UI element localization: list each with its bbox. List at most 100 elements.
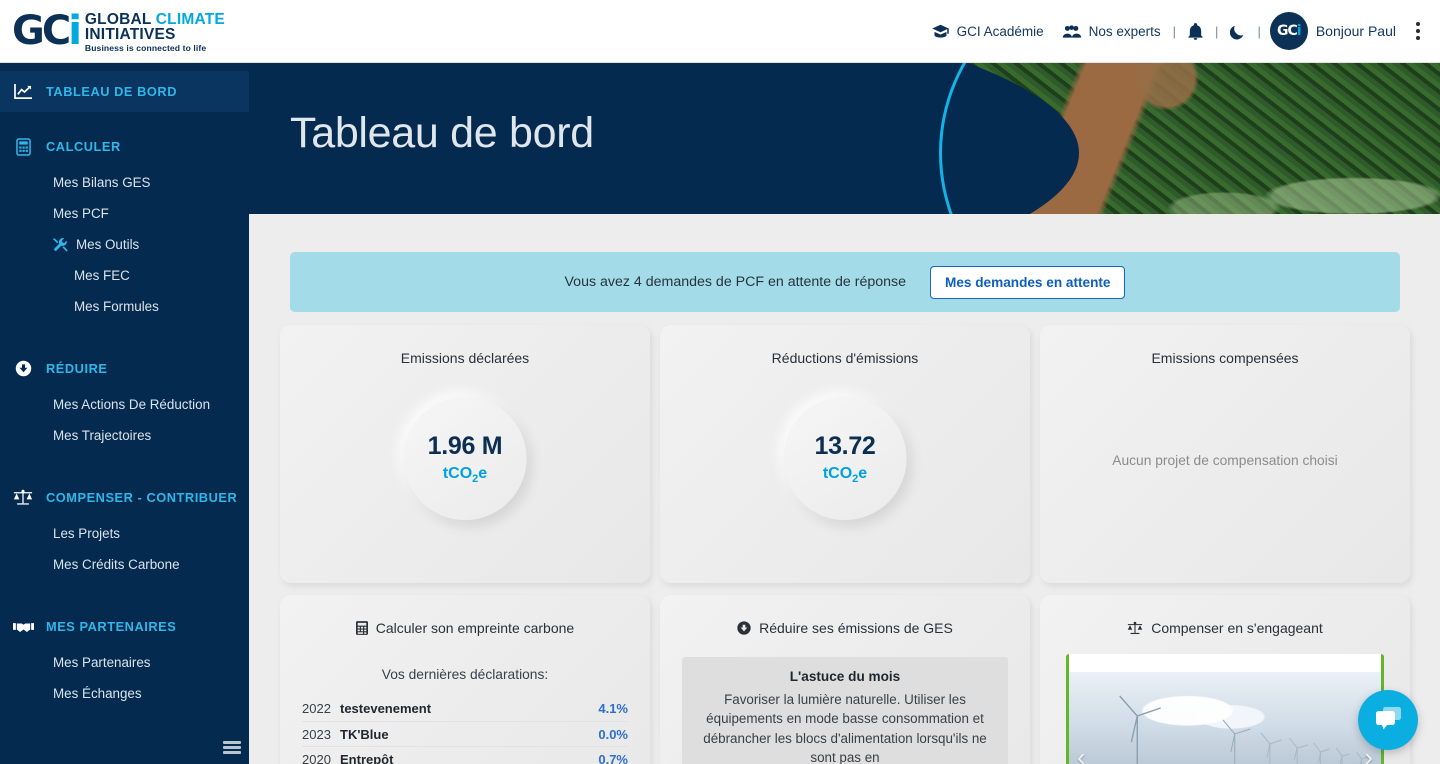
declaration-name: testevenement — [340, 701, 598, 716]
action-card-reduire: Réduire ses émissions de GES L'astuce du… — [660, 595, 1030, 764]
main-content: Vous avez 4 demandes de PCF en attente d… — [249, 214, 1440, 764]
chart-line-icon — [12, 83, 34, 100]
astuce-body: Favoriser la lumière naturelle. Utiliser… — [696, 690, 994, 764]
theme-toggle-button[interactable] — [1221, 23, 1254, 40]
nav-separator-2: | — [1212, 24, 1221, 39]
handshake-icon — [12, 620, 34, 633]
arrow-down-circle-icon — [737, 621, 751, 635]
action-card-calculer: Calculer son empreinte carbone Vos derni… — [280, 595, 650, 764]
calculator-icon — [12, 138, 34, 156]
kpi-donut-reductions-emissions: 13.72 tCO2e — [784, 397, 907, 520]
avatar[interactable]: GCi — [1270, 12, 1308, 50]
sidebar-item-calculer[interactable]: CALCULER — [0, 126, 249, 167]
declarations-subtitle: Vos dernières déclarations: — [280, 667, 650, 682]
kpi-value-reductions-emissions: 13.72 — [814, 432, 875, 461]
action-title-compenser-label: Compenser en s'engageant — [1151, 620, 1323, 636]
kpi-title-emissions-compensees: Emissions compensées — [1040, 325, 1410, 366]
sidebar-item-mes-credits-carbone[interactable]: Mes Crédits Carbone — [0, 549, 249, 580]
sidebar-label-les-projets: Les Projets — [53, 526, 120, 541]
nav-gci-academie-label: GCI Académie — [957, 24, 1044, 39]
nav-nos-experts-label: Nos experts — [1089, 24, 1161, 39]
declaration-year: 2022 — [302, 701, 340, 716]
sidebar-label-mes-pcf: Mes PCF — [53, 206, 109, 221]
sidebar-item-mes-bilans-ges[interactable]: Mes Bilans GES — [0, 167, 249, 198]
kpi-title-reductions-emissions: Réductions d'émissions — [660, 325, 1030, 366]
top-navigation: GCI Académie Nos experts | | | GCi Bonjo… — [922, 12, 1440, 50]
nav-nos-experts[interactable]: Nos experts — [1053, 24, 1170, 39]
table-row[interactable]: 2020 Entrepôt 0.7% — [302, 746, 628, 764]
sidebar-label-mes-fec: Mes FEC — [74, 268, 130, 283]
carousel-prev-button[interactable]: ‹ — [1077, 744, 1086, 764]
collapse-handle-icon[interactable] — [223, 739, 241, 755]
kpi-value-emissions-declarees: 1.96 M — [428, 432, 503, 461]
sidebar-item-mes-outils[interactable]: Mes Outils — [0, 229, 249, 260]
sidebar-item-mes-pcf[interactable]: Mes PCF — [0, 198, 249, 229]
greeting-label: Bonjour Paul — [1316, 23, 1396, 39]
pcf-requests-alert: Vous avez 4 demandes de PCF en attente d… — [290, 252, 1400, 312]
top-header-bar: GCi GLOBAL CLIMATE INITIATIVES Business … — [0, 0, 1440, 63]
nav-gci-academie[interactable]: GCI Académie — [922, 24, 1053, 39]
kpi-title-emissions-declarees: Emissions déclarées — [280, 325, 650, 366]
sidebar-item-mes-formules[interactable]: Mes Formules — [0, 291, 249, 322]
graduation-cap-icon — [931, 24, 950, 39]
users-icon — [1062, 24, 1082, 39]
chat-bubbles-icon — [1373, 705, 1403, 736]
kpi-card-emissions-declarees: Emissions déclarées 1.96 M tCO2e — [280, 325, 650, 583]
sidebar-item-mes-actions-de-reduction[interactable]: Mes Actions De Réduction — [0, 389, 249, 420]
sidebar-item-mes-partenaires[interactable]: MES PARTENAIRES — [0, 606, 249, 647]
kpi-card-emissions-compensees: Emissions compensées Aucun projet de com… — [1040, 325, 1410, 583]
sidebar-item-reduire[interactable]: RÉDUIRE — [0, 348, 249, 389]
sidebar-item-les-projets[interactable]: Les Projets — [0, 518, 249, 549]
sidebar-item-mes-fec[interactable]: Mes FEC — [0, 260, 249, 291]
table-row[interactable]: 2023 TK'Blue 0.0% — [302, 721, 628, 746]
sidebar-item-compenser-contribuer[interactable]: COMPENSER - CONTRIBUER — [0, 477, 249, 518]
carousel-image-wind-turbines — [1069, 672, 1381, 764]
declaration-year: 2020 — [302, 752, 340, 764]
calculator-icon — [356, 621, 368, 635]
chat-widget-button[interactable] — [1358, 690, 1418, 750]
declaration-percent: 0.0% — [598, 727, 628, 742]
declaration-name: Entrepôt — [340, 752, 598, 764]
notifications-button[interactable] — [1179, 23, 1212, 40]
alert-message: Vous avez 4 demandes de PCF en attente d… — [565, 274, 907, 290]
action-title-calculer-label: Calculer son empreinte carbone — [376, 620, 574, 636]
scales-icon — [12, 489, 34, 506]
action-title-calculer: Calculer son empreinte carbone — [280, 595, 650, 636]
hero-banner: Tableau de bord — [249, 63, 1440, 214]
page-title: Tableau de bord — [290, 109, 594, 158]
brand-logo[interactable]: GCi GLOBAL CLIMATE INITIATIVES Business … — [12, 10, 225, 53]
sidebar-item-mes-partenaires-sub[interactable]: Mes Partenaires — [0, 647, 249, 678]
nav-separator-3: | — [1254, 24, 1263, 39]
kebab-menu-icon[interactable] — [1410, 16, 1426, 46]
moon-icon — [1230, 23, 1245, 40]
action-title-compenser: Compenser en s'engageant — [1040, 595, 1410, 636]
mes-demandes-en-attente-button[interactable]: Mes demandes en attente — [930, 266, 1125, 299]
action-card-compenser: Compenser en s'engageant — [1040, 595, 1410, 764]
astuce-du-mois-box: L'astuce du mois Favoriser la lumière na… — [682, 657, 1008, 764]
kpi-unit-emissions-declarees: tCO2e — [443, 465, 487, 485]
sidebar-item-tableau-de-bord[interactable]: TABLEAU DE BORD — [0, 71, 249, 112]
scales-icon — [1127, 621, 1143, 635]
sidebar-label-tableau-de-bord: TABLEAU DE BORD — [46, 84, 177, 99]
kpi-empty-message-emissions-compensees: Aucun projet de compensation choisi — [1040, 453, 1410, 468]
sidebar-label-mes-bilans-ges: Mes Bilans GES — [53, 175, 151, 190]
table-row[interactable]: 2022 testevenement 4.1% — [302, 696, 628, 721]
declaration-percent: 4.1% — [598, 701, 628, 716]
sidebar-item-mes-echanges[interactable]: Mes Échanges — [0, 678, 249, 709]
sidebar-label-mes-outils: Mes Outils — [76, 237, 139, 252]
sidebar-label-reduire: RÉDUIRE — [46, 361, 107, 376]
astuce-title: L'astuce du mois — [696, 669, 994, 684]
sidebar-label-compenser-contribuer: COMPENSER - CONTRIBUER — [46, 490, 237, 505]
kpi-card-reductions-emissions: Réductions d'émissions 13.72 tCO2e — [660, 325, 1030, 583]
declaration-name: TK'Blue — [340, 727, 598, 742]
projects-carousel[interactable]: ‹ › — [1066, 654, 1384, 764]
brand-wordmark: GLOBAL CLIMATE INITIATIVES Business is c… — [85, 10, 225, 53]
sidebar-item-mes-trajectoires[interactable]: Mes Trajectoires — [0, 420, 249, 451]
wind-turbines-graphic — [1069, 672, 1381, 764]
sidebar-label-mes-partenaires-sub: Mes Partenaires — [53, 655, 151, 670]
bell-icon — [1188, 23, 1203, 40]
carousel-next-button[interactable]: › — [1364, 744, 1373, 764]
declarations-table: 2022 testevenement 4.1% 2023 TK'Blue 0.0… — [302, 696, 628, 764]
sidebar-label-mes-echanges: Mes Échanges — [53, 686, 142, 701]
action-title-reduire-label: Réduire ses émissions de GES — [759, 620, 953, 636]
